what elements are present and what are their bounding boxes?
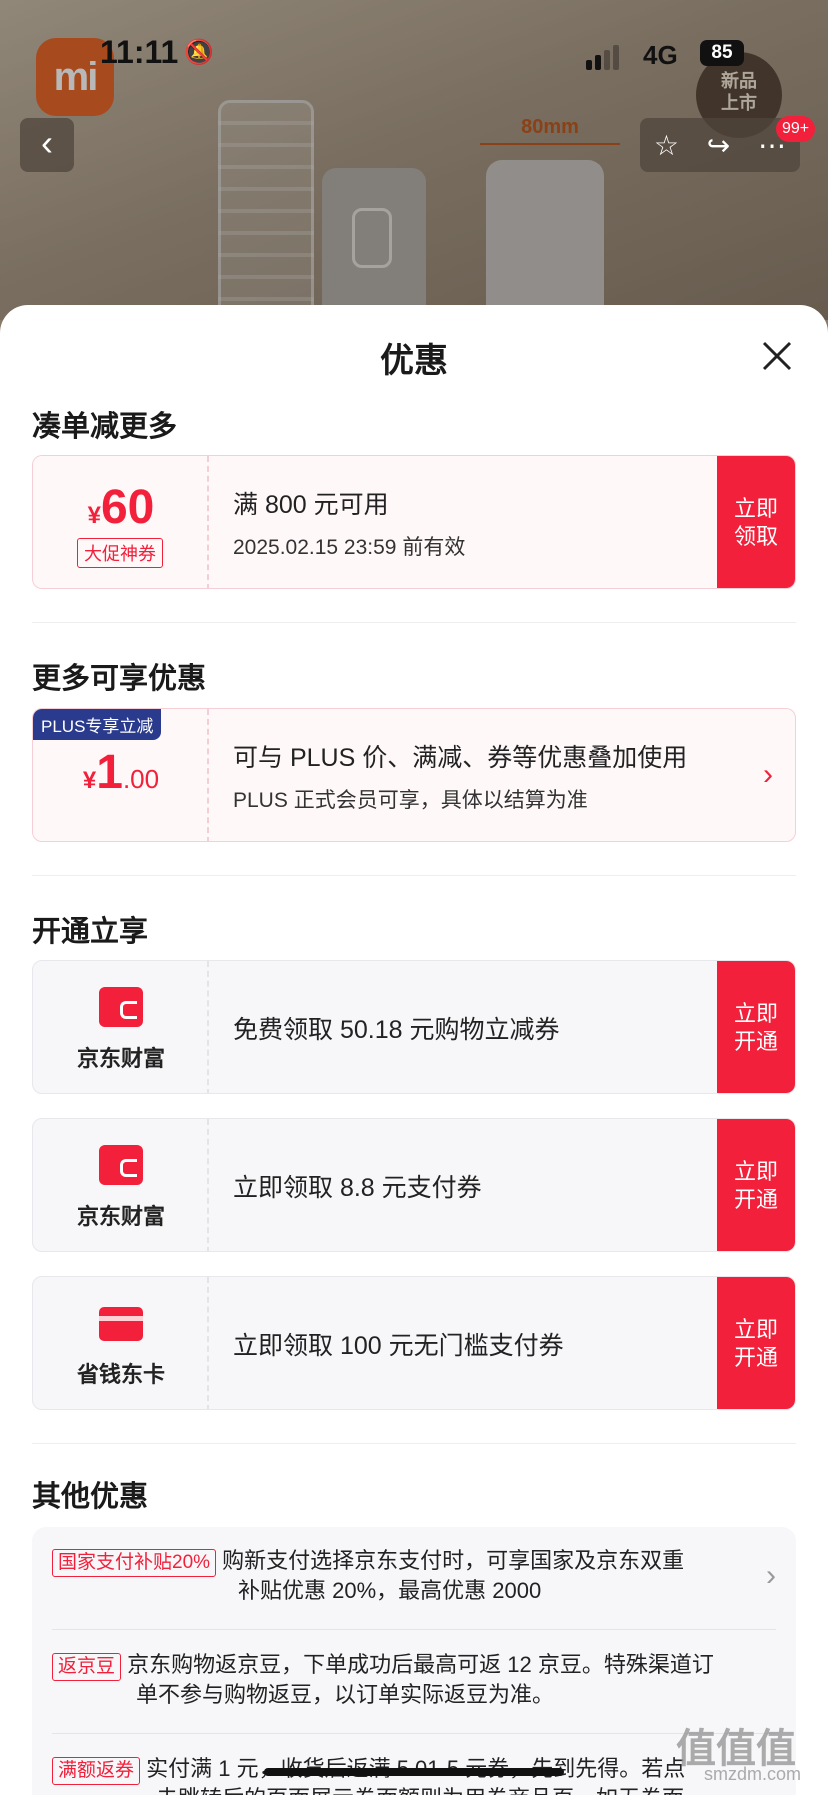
- plus-tag: PLUS专享立减: [33, 709, 162, 740]
- list-item[interactable]: 国家支付补贴20% 购新支付选择京东支付时，可享国家及京东双重 补贴优惠 20%…: [52, 1547, 776, 1605]
- plus-discount-card[interactable]: PLUS专享立减 ¥1.00 可与 PLUS 价、满减、券等优惠叠加使用 PLU…: [32, 708, 796, 842]
- offer-tag: 国家支付补贴20%: [52, 1549, 217, 1577]
- brand-label: 京东财富: [76, 1204, 165, 1229]
- coupon-tag: 大促神券: [77, 538, 163, 568]
- open-button[interactable]: 立即 开通: [717, 1119, 795, 1251]
- divider: [32, 1443, 796, 1444]
- credit-card-icon: [99, 1307, 143, 1341]
- list-item[interactable]: 返京豆 京东购物返京豆，下单成功后最高可返 12 京豆。特殊渠道订 单不参与购物…: [52, 1651, 776, 1709]
- close-icon[interactable]: [758, 337, 796, 375]
- signal-icon: [586, 44, 619, 70]
- message-count-badge: 99+: [776, 116, 816, 142]
- chevron-right-icon: ›: [766, 1559, 776, 1592]
- network-type: 4G: [643, 40, 678, 70]
- coupon-condition: 满 800 元可用: [233, 491, 389, 519]
- divider: [32, 622, 796, 623]
- coupon-value: ¥60 大促神券: [33, 456, 209, 588]
- battery-indicator: 85: [700, 40, 744, 66]
- chevron-left-icon: ‹: [41, 122, 53, 163]
- star-icon[interactable]: ☆: [654, 129, 679, 162]
- open-button[interactable]: 立即 开通: [717, 961, 795, 1093]
- open-button[interactable]: 立即 开通: [717, 1277, 795, 1409]
- offer-text: 免费领取 50.18 元购物立减券: [233, 1016, 560, 1044]
- plus-description: 可与 PLUS 价、满减、券等优惠叠加使用: [233, 744, 688, 772]
- wallet-icon: [99, 987, 143, 1027]
- section-heading: 凑单减更多: [32, 411, 178, 443]
- offer-tag: 返京豆: [52, 1653, 122, 1681]
- clock: 11:11: [100, 34, 179, 70]
- section-heading: 其他优惠: [32, 1481, 149, 1513]
- brand-label: 省钱东卡: [76, 1362, 165, 1387]
- coupon-card: ¥60 大促神券 满 800 元可用 2025.02.15 23:59 前有效 …: [32, 455, 796, 589]
- offer-tag: 满额返券: [52, 1757, 141, 1785]
- coupon-expiry: 2025.02.15 23:59 前有效: [233, 536, 466, 559]
- open-service-card: 省钱东卡 立即领取 100 元无门槛支付券 立即 开通: [32, 1276, 796, 1410]
- sheet-title: 优惠: [380, 342, 448, 380]
- open-service-card: 京东财富 立即领取 8.8 元支付券 立即 开通: [32, 1118, 796, 1252]
- discount-sheet: 优惠 凑单减更多 ¥60 大促神券 满 800 元可用 2025.02.15 2…: [0, 305, 828, 1795]
- wallet-icon: [99, 1145, 143, 1185]
- status-bar: 11:11 🔕 4G 85: [0, 34, 828, 78]
- watermark-url: smzdm.com: [704, 1764, 802, 1784]
- open-service-card: 京东财富 免费领取 50.18 元购物立减券 立即 开通: [32, 960, 796, 1094]
- divider: [32, 875, 796, 876]
- bell-muted-icon: 🔕: [184, 39, 214, 66]
- chevron-right-icon: ›: [763, 758, 773, 791]
- brand-label: 京东财富: [76, 1046, 165, 1071]
- section-heading: 开通立享: [32, 916, 149, 948]
- home-indicator[interactable]: [264, 1768, 564, 1776]
- claim-button[interactable]: 立即 领取: [717, 456, 795, 588]
- section-heading: 更多可享优惠: [32, 663, 207, 695]
- share-icon[interactable]: ↪: [707, 129, 730, 162]
- offer-text: 立即领取 100 元无门槛支付券: [233, 1332, 564, 1360]
- offer-text: 立即领取 8.8 元支付券: [233, 1174, 482, 1202]
- plus-note: PLUS 正式会员可享，具体以结算为准: [233, 789, 588, 812]
- back-button[interactable]: ‹: [20, 118, 74, 172]
